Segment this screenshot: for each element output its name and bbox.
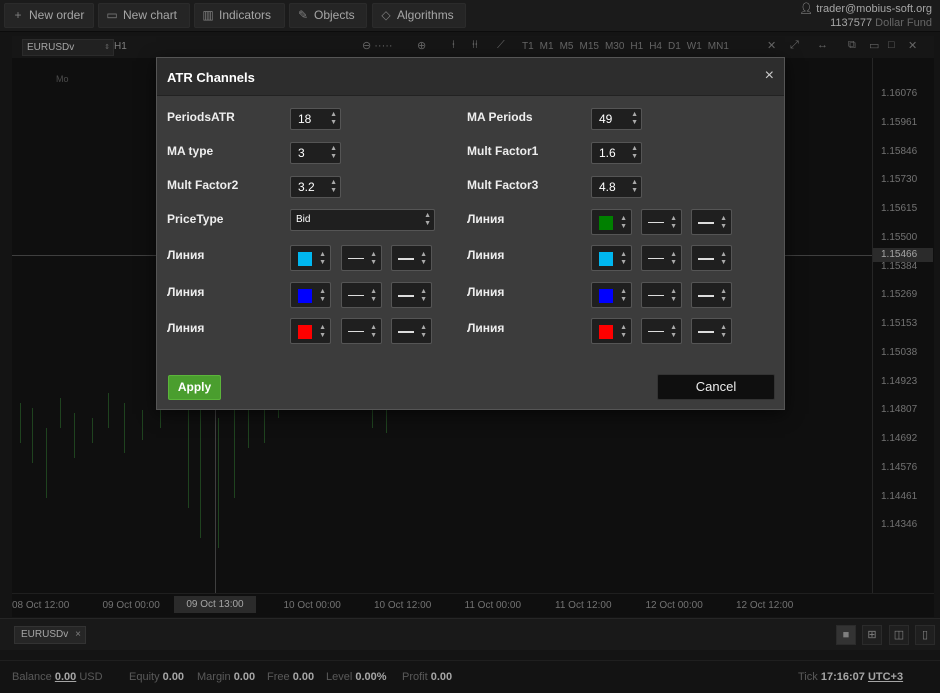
spinner-icon: ▲ ▼ — [670, 324, 677, 339]
spinner-icon: ▲ ▼ — [620, 251, 627, 266]
line-label: Линия — [467, 248, 505, 262]
line-style-select[interactable]: ▲ ▼ — [641, 209, 682, 235]
line-style-select[interactable]: ▲ ▼ — [341, 318, 382, 344]
atr-channels-dialog: ATR Channels × PeriodsATR 18 ▲ ▼ MA type 3… — [156, 57, 785, 410]
line-label: Линия — [167, 321, 205, 335]
price-type-label: PriceType — [167, 212, 224, 226]
line-width-select[interactable]: ▲ ▼ — [391, 245, 432, 271]
line-width-icon — [398, 295, 414, 297]
line-width-select[interactable]: ▲ ▼ — [691, 245, 732, 271]
spinner-icon: ▲ ▼ — [620, 288, 627, 303]
spinner-icon: ▲ ▼ — [319, 288, 326, 303]
color-picker[interactable]: ▲ ▼ — [290, 318, 331, 344]
color-swatch — [599, 325, 613, 339]
line-width-select[interactable]: ▲ ▼ — [691, 318, 732, 344]
line-label: Линия — [467, 285, 505, 299]
spinner-icon[interactable]: ▲ ▼ — [330, 145, 337, 161]
spinner-icon: ▲ ▼ — [670, 251, 677, 266]
mult-factor3-input[interactable]: 4.8 ▲ ▼ — [591, 176, 642, 198]
spinner-icon: ▲ ▼ — [420, 288, 427, 303]
spinner-icon: ▲ ▼ — [670, 288, 677, 303]
apply-button[interactable]: Apply — [168, 375, 221, 400]
dialog-header: ATR Channels × — [157, 58, 784, 96]
line-style-select[interactable]: ▲ ▼ — [641, 282, 682, 308]
line-width-select[interactable]: ▲ ▼ — [691, 209, 732, 235]
color-picker[interactable]: ▲ ▼ — [591, 282, 632, 308]
line-width-icon — [698, 222, 714, 224]
trading-app: + New order ▭ New chart ▥ Indicators ✎ Objec… — [0, 0, 940, 693]
line-style-icon — [648, 258, 664, 259]
spinner-icon: ▲ ▼ — [720, 324, 727, 339]
line-style-icon — [648, 295, 664, 296]
line-style-icon — [348, 295, 364, 296]
color-picker[interactable]: ▲ ▼ — [591, 318, 632, 344]
line-style-icon — [648, 331, 664, 332]
spinner-icon: ▲ ▼ — [720, 251, 727, 266]
color-swatch — [599, 289, 613, 303]
line-style-select[interactable]: ▲ ▼ — [641, 245, 682, 271]
color-picker[interactable]: ▲ ▼ — [591, 209, 632, 235]
line-label: Линия — [467, 321, 505, 335]
close-icon[interactable]: × — [765, 67, 774, 85]
spinner-icon: ▲ ▼ — [620, 324, 627, 339]
chevron-updown-icon: ▲ ▼ — [424, 212, 431, 227]
ma-type-label: MA type — [167, 144, 214, 158]
line-width-icon — [398, 258, 414, 260]
mult-factor2-input[interactable]: 3.2 ▲ ▼ — [290, 176, 341, 198]
ma-periods-input[interactable]: 49 ▲ ▼ — [591, 108, 642, 130]
spinner-icon[interactable]: ▲ ▼ — [631, 145, 638, 161]
spinner-icon: ▲ ▼ — [319, 324, 326, 339]
spinner-icon[interactable]: ▲ ▼ — [330, 111, 337, 127]
spinner-icon: ▲ ▼ — [319, 251, 326, 266]
line-width-icon — [698, 331, 714, 333]
dialog-title: ATR Channels — [167, 70, 255, 85]
color-picker[interactable]: ▲ ▼ — [290, 282, 331, 308]
line-style-icon — [648, 222, 664, 223]
spinner-icon: ▲ ▼ — [620, 215, 627, 230]
mult-factor1-label: Mult Factor1 — [467, 144, 539, 158]
periods-atr-label: PeriodsATR — [167, 110, 235, 124]
price-type-select[interactable]: Bid ▲ ▼ — [290, 209, 435, 231]
color-picker[interactable]: ▲ ▼ — [290, 245, 331, 271]
spinner-icon: ▲ ▼ — [420, 324, 427, 339]
color-picker[interactable]: ▲ ▼ — [591, 245, 632, 271]
line-label: Линия — [167, 248, 205, 262]
line-style-select[interactable]: ▲ ▼ — [341, 245, 382, 271]
spinner-icon: ▲ ▼ — [370, 324, 377, 339]
line-style-select[interactable]: ▲ ▼ — [641, 318, 682, 344]
line-width-select[interactable]: ▲ ▼ — [391, 318, 432, 344]
line-label: Линия — [167, 285, 205, 299]
line-width-icon — [698, 295, 714, 297]
spinner-icon[interactable]: ▲ ▼ — [631, 179, 638, 195]
mult-factor2-label: Mult Factor2 — [167, 178, 239, 192]
line-style-icon — [348, 331, 364, 332]
spinner-icon[interactable]: ▲ ▼ — [631, 111, 638, 127]
cancel-button[interactable]: Cancel — [657, 374, 775, 400]
spinner-icon: ▲ ▼ — [670, 215, 677, 230]
color-swatch — [599, 252, 613, 266]
line-width-select[interactable]: ▲ ▼ — [691, 282, 732, 308]
line-width-icon — [398, 331, 414, 333]
line-width-icon — [698, 258, 714, 260]
ma-type-input[interactable]: 3 ▲ ▼ — [290, 142, 341, 164]
mult-factor1-input[interactable]: 1.6 ▲ ▼ — [591, 142, 642, 164]
line-style-icon — [348, 258, 364, 259]
color-swatch — [298, 325, 312, 339]
spinner-icon: ▲ ▼ — [720, 215, 727, 230]
line-width-select[interactable]: ▲ ▼ — [391, 282, 432, 308]
mult-factor3-label: Mult Factor3 — [467, 178, 539, 192]
periods-atr-input[interactable]: 18 ▲ ▼ — [290, 108, 341, 130]
color-swatch — [298, 252, 312, 266]
ma-periods-label: MA Periods — [467, 110, 533, 124]
spinner-icon: ▲ ▼ — [420, 251, 427, 266]
spinner-icon: ▲ ▼ — [720, 288, 727, 303]
spinner-icon: ▲ ▼ — [370, 251, 377, 266]
spinner-icon[interactable]: ▲ ▼ — [330, 179, 337, 195]
color-swatch — [599, 216, 613, 230]
line-style-select[interactable]: ▲ ▼ — [341, 282, 382, 308]
color-swatch — [298, 289, 312, 303]
line-label: Линия — [467, 212, 505, 226]
spinner-icon: ▲ ▼ — [370, 288, 377, 303]
